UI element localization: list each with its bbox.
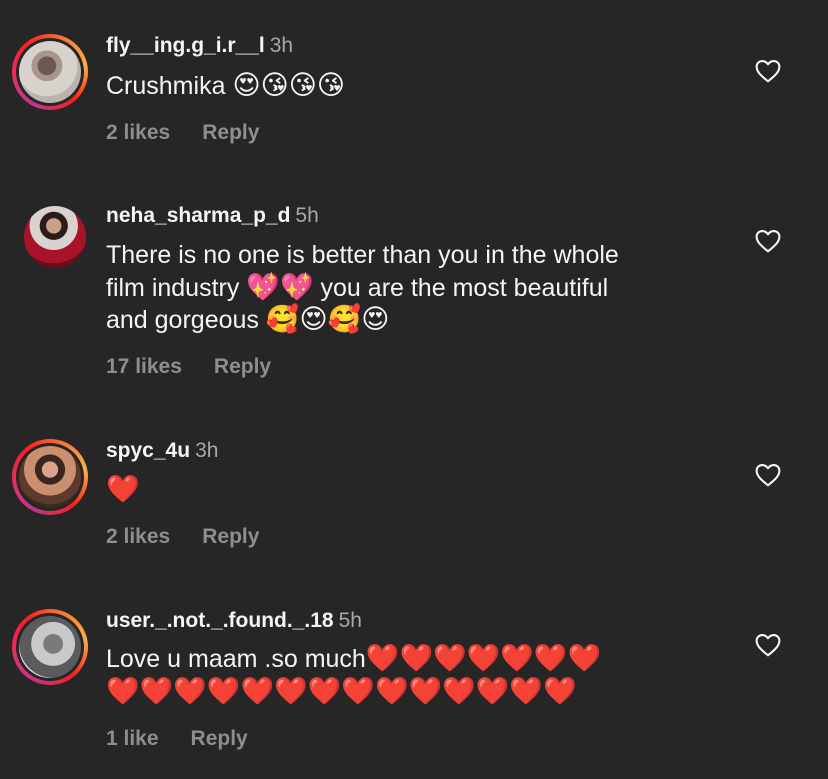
reply-button[interactable]: Reply bbox=[214, 355, 271, 379]
avatar-image bbox=[24, 206, 86, 268]
comment-actions: 17 likes Reply bbox=[106, 355, 271, 379]
avatar-image bbox=[19, 446, 81, 508]
avatar-image bbox=[19, 616, 81, 678]
comment-emojis: ❤️ bbox=[106, 474, 140, 505]
avatar[interactable] bbox=[12, 198, 88, 274]
comment-timestamp: 3h bbox=[269, 34, 294, 57]
comment-username-line: spyc_4u 3h bbox=[106, 439, 218, 463]
avatar[interactable] bbox=[12, 609, 88, 685]
avatar[interactable] bbox=[12, 439, 88, 515]
comment-text: Crushmika 😍😘😘😘 bbox=[106, 70, 346, 101]
heart-outline-icon[interactable] bbox=[755, 59, 781, 83]
heart-outline-icon[interactable] bbox=[755, 633, 781, 657]
reply-button[interactable]: Reply bbox=[191, 727, 248, 751]
likes-count[interactable]: 2 likes bbox=[106, 121, 170, 145]
comment-timestamp: 5h bbox=[338, 609, 362, 632]
avatar[interactable] bbox=[12, 34, 88, 110]
comment-actions: 2 likes Reply bbox=[106, 525, 259, 549]
comment-text: ❤️ bbox=[106, 474, 726, 507]
comment-username[interactable]: fly__ing.g_i.r__l bbox=[106, 34, 265, 57]
avatar-image bbox=[19, 41, 81, 103]
heart-outline-icon[interactable] bbox=[755, 229, 781, 253]
likes-count[interactable]: 1 like bbox=[106, 727, 159, 751]
comment-actions: 1 like Reply bbox=[106, 727, 248, 751]
comment-timestamp: 3h bbox=[195, 439, 219, 462]
comment-username[interactable]: neha_sharma_p_d bbox=[106, 204, 290, 227]
comment-username-line: user._.not._.found._.18 5h bbox=[106, 609, 362, 633]
reply-button[interactable]: Reply bbox=[202, 525, 259, 549]
comment-timestamp: 5h bbox=[295, 204, 319, 227]
comment-username[interactable]: spyc_4u bbox=[106, 439, 190, 462]
comment-username-line: fly__ing.g_i.r__l 3h bbox=[106, 34, 293, 58]
comment-text: Love u maam .so much❤️❤️❤️❤️❤️❤️❤️ ❤️❤️❤… bbox=[106, 643, 602, 707]
comment-username-line: neha_sharma_p_d 5h bbox=[106, 204, 319, 228]
comment-username[interactable]: user._.not._.found._.18 bbox=[106, 609, 334, 632]
comment-emojis: 😍😘😘😘 bbox=[232, 70, 346, 101]
likes-count[interactable]: 2 likes bbox=[106, 525, 170, 549]
heart-outline-icon[interactable] bbox=[755, 463, 781, 487]
comment-actions: 2 likes Reply bbox=[106, 121, 259, 145]
reply-button[interactable]: Reply bbox=[202, 121, 259, 145]
likes-count[interactable]: 17 likes bbox=[106, 355, 182, 379]
comment-text: There is no one is better than you in th… bbox=[106, 241, 619, 335]
